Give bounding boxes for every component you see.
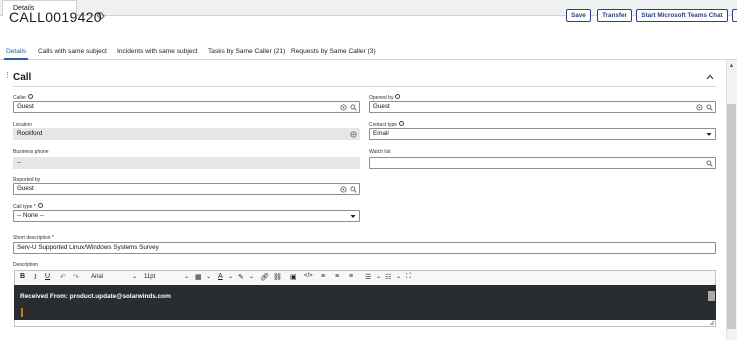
subtab-tasks-same-caller[interactable]: Tasks by Same Caller (21) bbox=[208, 48, 285, 55]
watch-list-label: Watch list bbox=[369, 149, 391, 155]
reported-by-field[interactable]: Guest bbox=[13, 183, 360, 195]
preview-icon[interactable] bbox=[350, 131, 357, 138]
redo-icon[interactable]: ↷ bbox=[73, 273, 79, 281]
drag-handle-icon[interactable]: ⋮ bbox=[4, 72, 11, 79]
editor-content: Received From: product.update@solarwinds… bbox=[20, 293, 171, 300]
opened-by-value: Guest bbox=[373, 103, 390, 110]
fullscreen-icon[interactable]: ⛶ bbox=[406, 273, 411, 281]
font-family-value: Arial bbox=[91, 274, 104, 280]
caret-down-icon bbox=[706, 133, 712, 136]
chevron-down-icon[interactable]: ⌄ bbox=[228, 273, 233, 280]
reported-by-value: Guest bbox=[17, 185, 34, 192]
location-value: Rockford bbox=[17, 130, 43, 137]
chevron-up-icon[interactable] bbox=[706, 74, 714, 80]
business-phone-label: Business phone bbox=[13, 149, 49, 155]
chevron-down-icon[interactable]: ⌄ bbox=[396, 273, 401, 280]
font-size-value: 11pt bbox=[144, 274, 156, 280]
table-icon[interactable]: ▦ bbox=[195, 273, 202, 281]
call-type-select[interactable]: -- None -- bbox=[13, 210, 360, 222]
location-field: Rockford bbox=[13, 128, 360, 140]
bold-icon[interactable]: B bbox=[20, 273, 25, 280]
caller-field[interactable]: Guest bbox=[13, 101, 360, 113]
preview-icon[interactable] bbox=[340, 186, 347, 193]
caret-down-icon bbox=[350, 215, 356, 218]
numbered-list-icon[interactable]: ☷ bbox=[385, 273, 391, 281]
image-icon[interactable]: ▣ bbox=[290, 273, 297, 281]
editor-scrollbar-thumb[interactable] bbox=[708, 291, 715, 301]
scrollbar-thumb[interactable] bbox=[727, 104, 736, 329]
business-phone-field: -- bbox=[13, 157, 360, 169]
text-color-icon[interactable]: A bbox=[218, 273, 223, 280]
bullet-list-icon[interactable]: ☰ bbox=[365, 273, 371, 281]
align-right-icon[interactable]: ≡ bbox=[349, 273, 353, 280]
search-icon[interactable] bbox=[706, 160, 713, 167]
italic-icon[interactable]: I bbox=[34, 273, 36, 281]
transfer-button[interactable]: Transfer bbox=[597, 9, 632, 22]
section-title: Call bbox=[13, 72, 32, 83]
preview-icon[interactable] bbox=[340, 104, 347, 111]
editor-toolbar: B I U ↶ ↷ Arial ⌄ 11pt ⌄ ▦ ⌄ A ⌄ ✎ ⌄ 🔗︎ … bbox=[14, 270, 716, 285]
short-description-value: Serv-U Supported Linux/Windows Systems S… bbox=[17, 244, 159, 251]
save-button[interactable]: Save bbox=[566, 9, 591, 22]
description-editor[interactable]: Received From: product.update@solarwinds… bbox=[14, 285, 716, 320]
info-icon bbox=[399, 121, 405, 127]
contact-type-select[interactable]: Email bbox=[369, 128, 716, 140]
subtab-details[interactable]: Details bbox=[6, 48, 26, 55]
section-divider bbox=[13, 86, 716, 87]
text-cursor bbox=[21, 308, 23, 317]
preview-icon[interactable] bbox=[696, 104, 703, 111]
editor-footer bbox=[14, 320, 716, 327]
required-mark: * bbox=[51, 235, 54, 241]
short-description-field[interactable]: Serv-U Supported Linux/Windows Systems S… bbox=[13, 242, 716, 254]
search-icon[interactable] bbox=[350, 186, 357, 193]
info-icon bbox=[28, 94, 34, 100]
caller-value: Guest bbox=[17, 103, 34, 110]
align-center-icon[interactable]: ≡ bbox=[335, 273, 339, 280]
search-icon[interactable] bbox=[350, 104, 357, 111]
chevron-down-icon[interactable]: ⌄ bbox=[249, 273, 254, 280]
chevron-down-icon[interactable]: ⌄ bbox=[206, 273, 211, 280]
highlight-icon[interactable]: ✎ bbox=[238, 273, 244, 281]
chevron-down-icon[interactable]: ⌄ bbox=[184, 273, 189, 280]
active-tab-indicator bbox=[4, 58, 28, 60]
scroll-up-icon[interactable]: ▲ bbox=[728, 63, 735, 69]
info-icon bbox=[395, 94, 401, 100]
font-family-select[interactable]: Arial bbox=[91, 274, 103, 280]
tag-icon[interactable] bbox=[97, 12, 105, 20]
contact-type-value: Email bbox=[373, 130, 389, 137]
search-icon[interactable] bbox=[706, 104, 713, 111]
short-description-label: Short description * bbox=[13, 235, 54, 241]
undo-icon[interactable]: ↶ bbox=[60, 273, 66, 281]
info-icon bbox=[37, 203, 43, 209]
business-phone-value: -- bbox=[17, 159, 22, 166]
subtab-calls-same-subject[interactable]: Calls with same subject bbox=[38, 48, 107, 55]
unlink-icon[interactable]: ⛓︎ bbox=[273, 273, 282, 281]
font-size-select[interactable]: 11pt bbox=[144, 274, 155, 280]
start-teams-chat-button[interactable]: Start Microsoft Teams Chat bbox=[636, 9, 728, 22]
underline-icon[interactable]: U bbox=[45, 273, 50, 280]
chevron-down-icon[interactable]: ⌄ bbox=[132, 273, 137, 280]
subtab-requests-same-caller[interactable]: Requests by Same Caller (3) bbox=[291, 48, 376, 55]
resize-handle-icon[interactable] bbox=[709, 320, 715, 326]
record-number-title: CALL0019420 bbox=[9, 9, 102, 25]
more-actions-button[interactable] bbox=[732, 9, 737, 22]
related-tabs-bar: Details Calls with same subject Incident… bbox=[0, 46, 737, 60]
chevron-down-icon[interactable]: ⌄ bbox=[376, 273, 381, 280]
call-type-value: -- None -- bbox=[17, 212, 44, 219]
description-label: Description bbox=[13, 262, 39, 268]
watch-list-field[interactable] bbox=[369, 157, 716, 169]
subtab-incidents-same-subject[interactable]: Incidents with same subject bbox=[117, 48, 198, 55]
code-icon[interactable]: </> bbox=[304, 273, 313, 279]
opened-by-field[interactable]: Guest bbox=[369, 101, 716, 113]
link-icon[interactable]: 🔗︎ bbox=[260, 273, 269, 281]
align-left-icon[interactable]: ≡ bbox=[321, 273, 325, 280]
